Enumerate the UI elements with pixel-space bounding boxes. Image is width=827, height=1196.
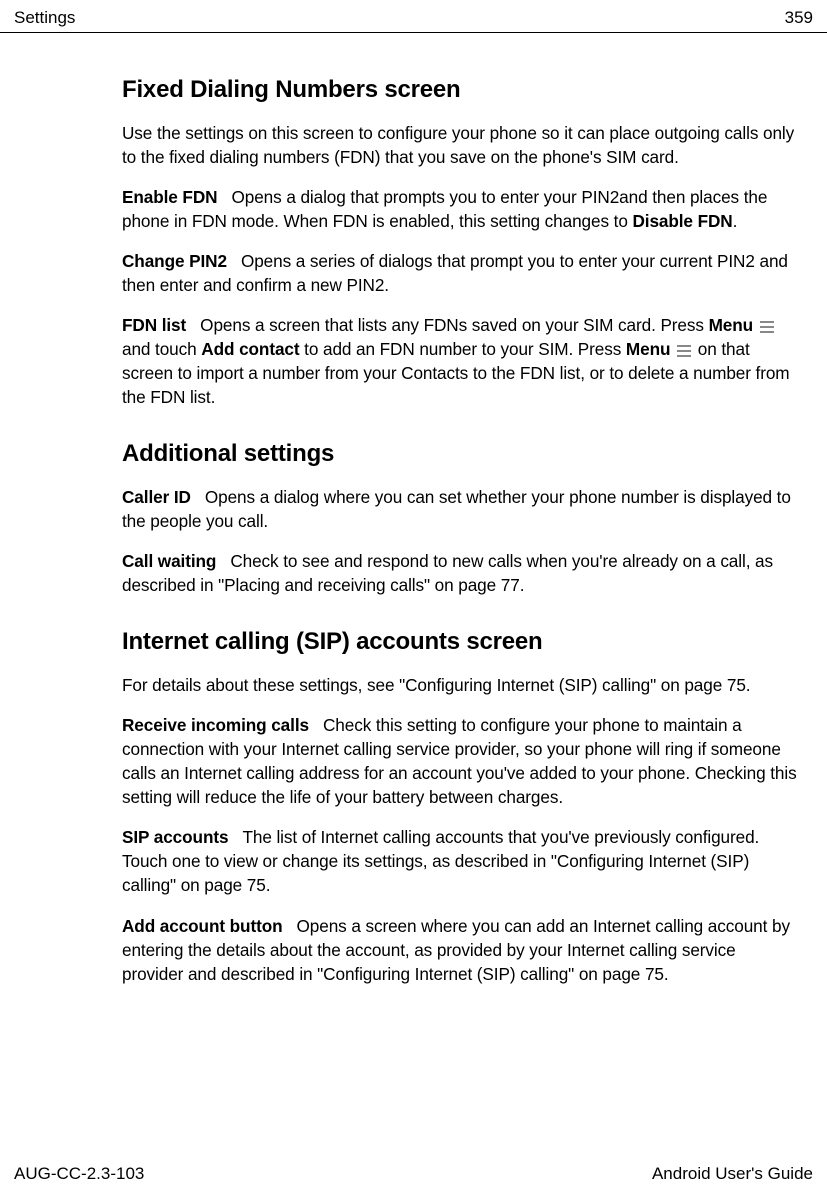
item-caller-id: Caller ID Opens a dialog where you can s… xyxy=(122,485,797,533)
text-call-waiting: Check to see and respond to new calls wh… xyxy=(122,551,773,595)
item-change-pin2: Change PIN2 Opens a series of dialogs th… xyxy=(122,249,797,297)
footer-guide: Android User's Guide xyxy=(652,1164,813,1184)
item-fdn-list: FDN list Opens a screen that lists any F… xyxy=(122,313,797,409)
label-add-account: Add account button xyxy=(122,916,283,936)
sip-intro: For details about these settings, see "C… xyxy=(122,673,797,697)
label-call-waiting: Call waiting xyxy=(122,551,216,571)
text-caller-id: Opens a dialog where you can set whether… xyxy=(122,487,791,531)
item-call-waiting: Call waiting Check to see and respond to… xyxy=(122,549,797,597)
heading-additional-settings: Additional settings xyxy=(122,437,797,471)
text-enable-fdn-after: . xyxy=(733,211,738,231)
page-footer: AUG-CC-2.3-103 Android User's Guide xyxy=(0,1164,827,1196)
fdn-intro: Use the settings on this screen to confi… xyxy=(122,121,797,169)
page-header: Settings 359 xyxy=(0,0,827,33)
fdn-list-p2: and touch xyxy=(122,339,201,359)
label-enable-fdn: Enable FDN xyxy=(122,187,217,207)
menu-icon xyxy=(760,321,774,333)
item-add-account: Add account button Opens a screen where … xyxy=(122,914,797,986)
label-caller-id: Caller ID xyxy=(122,487,191,507)
header-section: Settings xyxy=(14,8,75,28)
label-change-pin2: Change PIN2 xyxy=(122,251,227,271)
fdn-list-p1: Opens a screen that lists any FDNs saved… xyxy=(200,315,708,335)
item-receive-incoming: Receive incoming calls Check this settin… xyxy=(122,713,797,809)
header-page-number: 359 xyxy=(785,8,813,28)
label-receive-incoming: Receive incoming calls xyxy=(122,715,309,735)
label-fdn-list: FDN list xyxy=(122,315,186,335)
footer-doc-id: AUG-CC-2.3-103 xyxy=(14,1164,144,1184)
text-disable-fdn: Disable FDN xyxy=(632,211,732,231)
item-enable-fdn: Enable FDN Opens a dialog that prompts y… xyxy=(122,185,797,233)
heading-sip-accounts: Internet calling (SIP) accounts screen xyxy=(122,625,797,659)
fdn-list-p3: to add an FDN number to your SIM. Press xyxy=(300,339,626,359)
fdn-list-add-contact: Add contact xyxy=(201,339,299,359)
fdn-list-menu2: Menu xyxy=(626,339,670,359)
fdn-list-menu1: Menu xyxy=(709,315,753,335)
label-sip-accounts: SIP accounts xyxy=(122,827,228,847)
item-sip-accounts: SIP accounts The list of Internet callin… xyxy=(122,825,797,897)
heading-fdn-screen: Fixed Dialing Numbers screen xyxy=(122,73,797,107)
menu-icon xyxy=(677,345,691,357)
page-content: Fixed Dialing Numbers screen Use the set… xyxy=(0,33,827,986)
